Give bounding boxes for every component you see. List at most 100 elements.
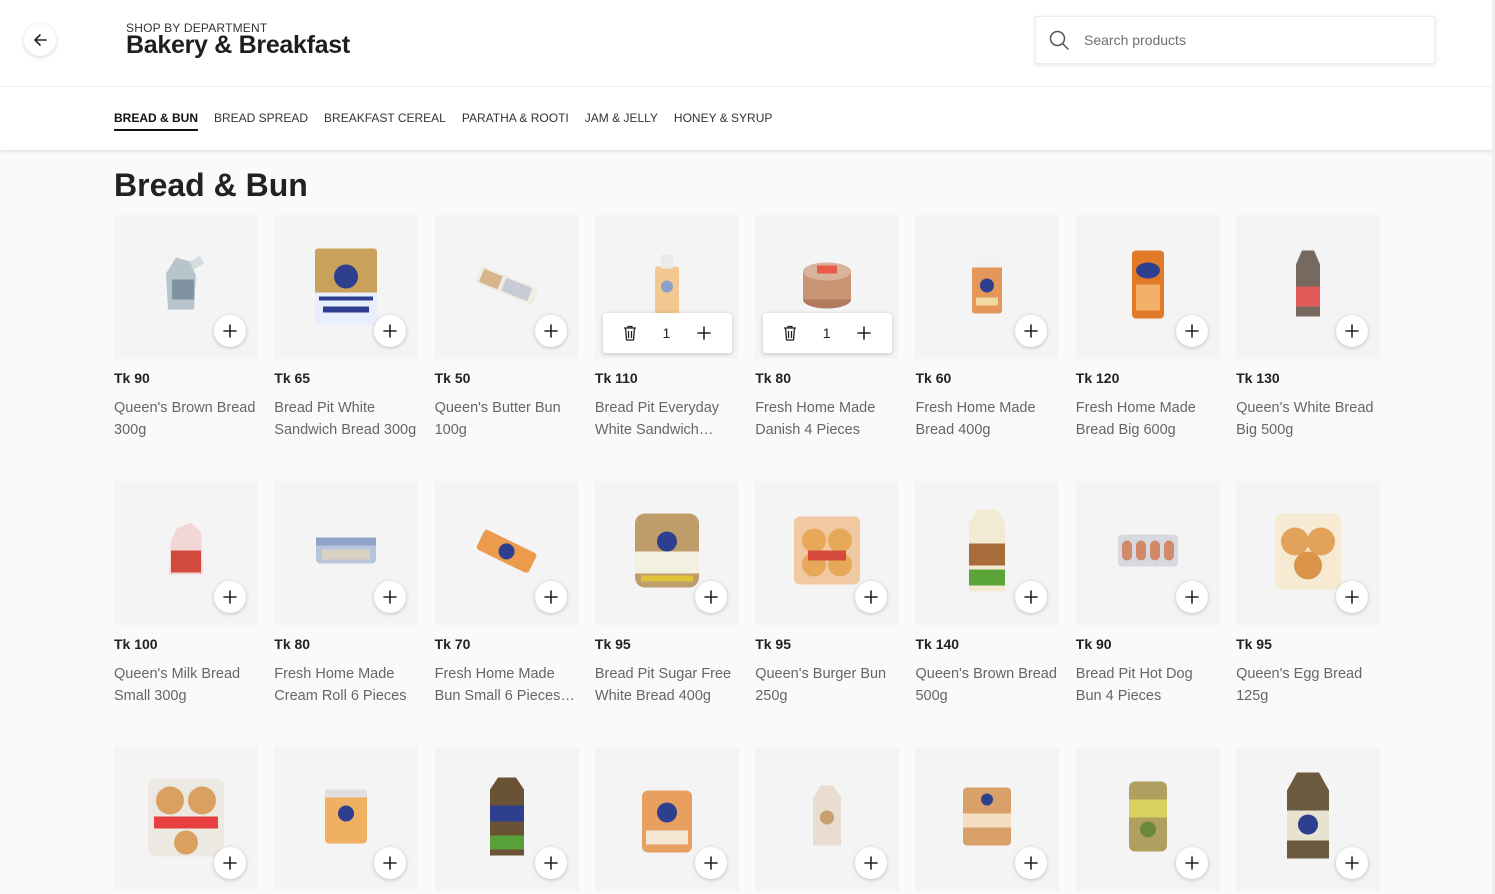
product-image[interactable] xyxy=(755,481,900,625)
remove-from-cart-button[interactable] xyxy=(623,325,637,341)
product-image[interactable] xyxy=(1236,481,1381,625)
product-image[interactable]: 1 xyxy=(594,215,739,359)
product-image[interactable] xyxy=(1236,215,1381,359)
product-image[interactable] xyxy=(274,747,419,891)
tab-bread-bun[interactable]: BREAD & BUN xyxy=(114,111,198,131)
add-to-cart-button[interactable] xyxy=(1175,847,1208,879)
product-image[interactable] xyxy=(1236,747,1381,891)
product-photo xyxy=(321,786,371,853)
tab-paratha-rooti[interactable]: PARATHA & ROOTI xyxy=(462,111,569,131)
add-to-cart-button[interactable] xyxy=(694,581,727,613)
add-to-cart-button[interactable] xyxy=(694,847,727,879)
product-image[interactable] xyxy=(114,747,258,891)
product-image[interactable] xyxy=(1075,481,1220,625)
add-to-cart-button[interactable] xyxy=(214,315,246,347)
increase-quantity-button[interactable] xyxy=(696,325,712,341)
product-image[interactable] xyxy=(274,215,419,359)
product-name[interactable]: Fresh Home Made Danish 4 Pieces xyxy=(755,397,901,441)
add-to-cart-button[interactable] xyxy=(1015,315,1048,347)
remove-from-cart-button[interactable] xyxy=(783,325,797,341)
tab-breakfast-cereal[interactable]: BREAKFAST CEREAL xyxy=(324,111,446,131)
add-to-cart-button[interactable] xyxy=(534,581,567,613)
product-card[interactable]: Tk 90 Queen's Brown Bread 300g xyxy=(114,215,258,438)
product-image[interactable] xyxy=(274,481,419,625)
product-image[interactable] xyxy=(755,747,900,891)
product-card[interactable]: Tk 100 Queen's Milk Bread Small 300g xyxy=(114,481,258,704)
product-card[interactable]: Tk 120 Fresh Home Made Bread Big 600g xyxy=(1075,215,1220,438)
product-image[interactable] xyxy=(114,215,258,359)
product-card[interactable]: Tk 90 Bread Pit Hot Dog Bun 4 Pieces xyxy=(1075,481,1220,704)
product-card[interactable]: Tk 70 Fresh Home Made Bun Small 6 Pieces… xyxy=(434,481,579,704)
add-to-cart-button[interactable] xyxy=(534,847,567,879)
add-to-cart-button[interactable] xyxy=(1175,581,1208,613)
tab-jam-jelly[interactable]: JAM & JELLY xyxy=(585,111,658,131)
add-to-cart-button[interactable] xyxy=(374,847,407,879)
product-image[interactable] xyxy=(434,481,579,625)
product-card[interactable] xyxy=(755,747,900,891)
add-to-cart-button[interactable] xyxy=(374,315,407,347)
increase-quantity-button[interactable] xyxy=(856,325,872,341)
product-card[interactable]: Tk 60 Fresh Home Made Bread 400g xyxy=(915,215,1060,438)
product-name[interactable]: Fresh Home Made Bread 400g xyxy=(915,397,1061,441)
add-to-cart-button[interactable] xyxy=(1336,315,1369,347)
product-card[interactable] xyxy=(274,747,419,891)
product-name[interactable]: Queen's Egg Bread 125g xyxy=(1236,663,1382,707)
product-card[interactable] xyxy=(1236,747,1381,891)
product-name[interactable]: Queen's Milk Bread Small 300g xyxy=(114,663,260,707)
product-card[interactable]: Tk 130 Queen's White Bread Big 500g xyxy=(1236,215,1381,438)
product-image[interactable] xyxy=(594,747,739,891)
product-image[interactable] xyxy=(594,481,739,625)
product-card[interactable]: Tk 140 Queen's Brown Bread 500g xyxy=(915,481,1060,704)
product-card[interactable] xyxy=(915,747,1060,891)
product-name[interactable]: Fresh Home Made Bun Small 6 Pieces… xyxy=(435,663,581,707)
product-image[interactable] xyxy=(915,747,1060,891)
add-to-cart-button[interactable] xyxy=(1015,847,1048,879)
product-image[interactable] xyxy=(915,481,1060,625)
product-name[interactable]: Queen's Brown Bread 500g xyxy=(915,663,1061,707)
add-to-cart-button[interactable] xyxy=(1336,847,1369,879)
add-to-cart-button[interactable] xyxy=(374,581,407,613)
product-card[interactable] xyxy=(114,747,258,891)
product-card[interactable]: 1 Tk 80 Fresh Home Made Danish 4 Pieces xyxy=(755,215,900,438)
product-name[interactable]: Bread Pit Hot Dog Bun 4 Pieces xyxy=(1076,663,1222,707)
product-image[interactable] xyxy=(915,215,1060,359)
product-image[interactable] xyxy=(1075,215,1220,359)
search-input[interactable] xyxy=(1084,32,1404,48)
product-name[interactable]: Queen's Butter Bun 100g xyxy=(435,397,581,441)
product-name[interactable]: Queen's Burger Bun 250g xyxy=(755,663,901,707)
add-to-cart-button[interactable] xyxy=(1336,581,1369,613)
product-image[interactable]: 1 xyxy=(755,215,900,359)
tab-bread-spread[interactable]: BREAD SPREAD xyxy=(214,111,308,131)
product-name[interactable]: Queen's White Bread Big 500g xyxy=(1236,397,1382,441)
product-name[interactable]: Fresh Home Made Cream Roll 6 Pieces xyxy=(274,663,420,707)
add-to-cart-button[interactable] xyxy=(1015,581,1048,613)
product-card[interactable]: Tk 50 Queen's Butter Bun 100g xyxy=(434,215,579,438)
product-card[interactable]: Tk 95 Queen's Egg Bread 125g xyxy=(1236,481,1381,704)
product-card[interactable]: Tk 80 Fresh Home Made Cream Roll 6 Pieces xyxy=(274,481,419,704)
add-to-cart-button[interactable] xyxy=(534,315,567,347)
product-card[interactable] xyxy=(1075,747,1220,891)
product-card[interactable]: Tk 65 Bread Pit White Sandwich Bread 300g xyxy=(274,215,419,438)
add-to-cart-button[interactable] xyxy=(214,847,246,879)
add-to-cart-button[interactable] xyxy=(1175,315,1208,347)
product-name[interactable]: Queen's Brown Bread 300g xyxy=(114,397,260,441)
product-name[interactable]: Bread Pit Sugar Free White Bread 400g xyxy=(595,663,741,707)
product-card[interactable]: Tk 95 Queen's Burger Bun 250g xyxy=(755,481,900,704)
product-name[interactable]: Bread Pit Everyday White Sandwich… xyxy=(595,397,741,441)
product-image[interactable] xyxy=(1075,747,1220,891)
product-name[interactable]: Fresh Home Made Bread Big 600g xyxy=(1076,397,1222,441)
product-card[interactable]: 1 Tk 110 Bread Pit Everyday White Sandwich… xyxy=(594,215,739,438)
add-to-cart-button[interactable] xyxy=(855,581,888,613)
product-image[interactable] xyxy=(434,215,579,359)
back-button[interactable] xyxy=(24,24,56,56)
search-box[interactable] xyxy=(1035,16,1435,64)
product-image[interactable] xyxy=(114,481,258,625)
product-card[interactable]: Tk 95 Bread Pit Sugar Free White Bread 40… xyxy=(594,481,739,704)
product-image[interactable] xyxy=(434,747,579,891)
add-to-cart-button[interactable] xyxy=(855,847,888,879)
tab-honey-syrup[interactable]: HONEY & SYRUP xyxy=(674,111,772,131)
product-name[interactable]: Bread Pit White Sandwich Bread 300g xyxy=(274,397,420,441)
product-card[interactable] xyxy=(594,747,739,891)
add-to-cart-button[interactable] xyxy=(214,581,246,613)
product-card[interactable] xyxy=(434,747,579,891)
